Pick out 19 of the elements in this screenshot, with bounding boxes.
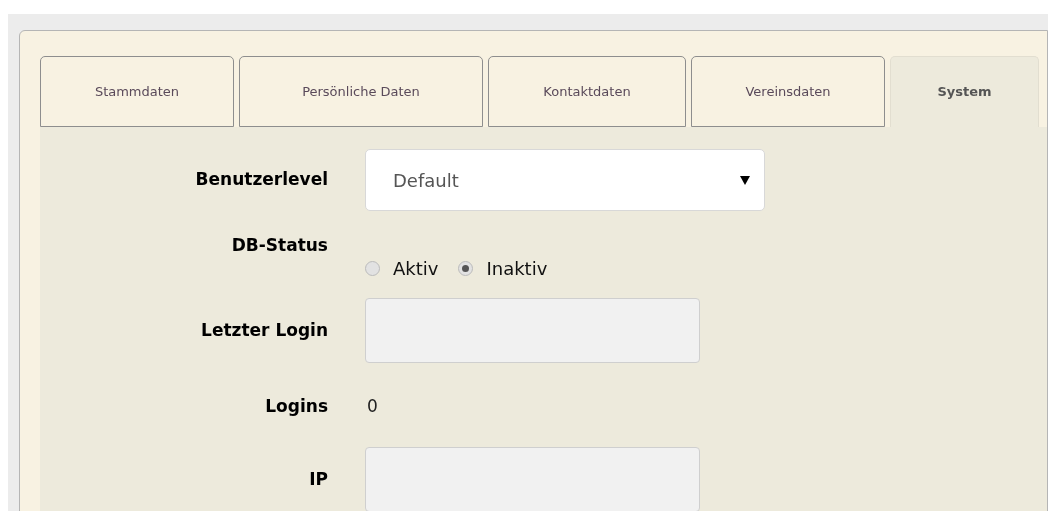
tab[interactable]: Kontaktdaten <box>488 56 686 127</box>
select-field[interactable]: Default <box>365 149 765 211</box>
field-label: Benutzerlevel <box>195 168 328 192</box>
input-field[interactable] <box>365 298 700 363</box>
field-label: Logins <box>265 394 328 418</box>
tab[interactable]: Persönliche Daten <box>239 56 483 127</box>
radio-option[interactable]: Aktiv <box>365 255 439 282</box>
radio-button[interactable] <box>458 261 474 276</box>
input-field[interactable] <box>365 447 700 511</box>
logins-value: 0 <box>366 394 378 418</box>
tab[interactable]: System <box>890 56 1039 127</box>
field-label: Letzter Login <box>201 318 328 342</box>
field-label: IP <box>309 467 328 491</box>
radio-option[interactable]: Inaktiv <box>458 255 548 282</box>
dropdown-caret-icon <box>740 175 750 185</box>
field-label: DB-Status <box>231 234 328 257</box>
radio-button[interactable] <box>365 261 380 276</box>
tab[interactable]: Stammdaten <box>40 56 234 127</box>
tab[interactable]: Vereinsdaten <box>691 56 885 127</box>
